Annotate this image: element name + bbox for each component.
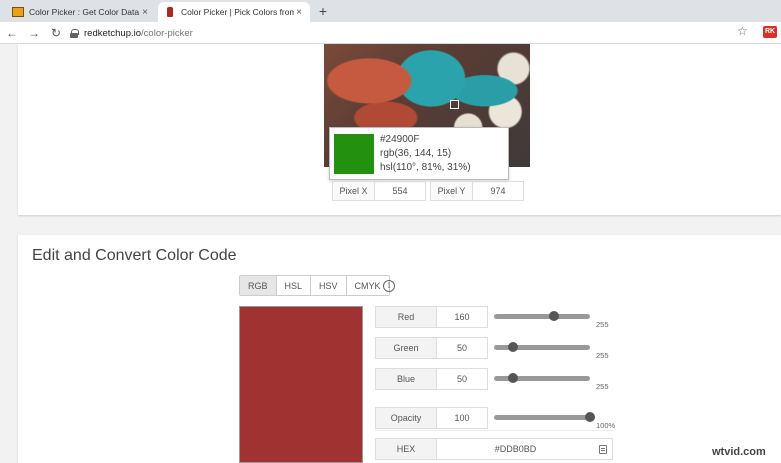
tooltip-hsl: hsl(110°, 81%, 31%)	[380, 162, 471, 173]
opacity-input[interactable]: 100	[437, 408, 487, 428]
reload-button[interactable]: ↻	[48, 24, 64, 42]
tab-hsl[interactable]: HSL	[276, 276, 312, 295]
redketchup-extension-icon[interactable]: RK	[763, 26, 777, 38]
pixel-y-label: Pixel Y	[431, 182, 473, 200]
red-max: 255	[596, 320, 609, 329]
hex-input[interactable]: #DDB0BD	[437, 439, 594, 459]
tab-title: Color Picker : Get Color Data fro	[29, 7, 140, 17]
back-button[interactable]: ←	[4, 24, 20, 42]
pixel-x-field: Pixel X 554	[332, 181, 426, 201]
blue-slider-thumb[interactable]	[507, 373, 518, 383]
opacity-slider[interactable]	[494, 412, 595, 422]
pick-cursor-marker	[450, 100, 459, 109]
ketchup-favicon-icon	[167, 7, 173, 17]
bookmark-star-icon[interactable]: ☆	[737, 24, 748, 38]
blue-slider[interactable]	[494, 373, 590, 383]
info-icon[interactable]: i	[383, 280, 395, 292]
close-icon[interactable]: ×	[294, 7, 304, 18]
pixel-y-field: Pixel Y 974	[430, 181, 524, 201]
watermark: wtvid.com	[712, 446, 766, 458]
pixel-x-value: 554	[392, 186, 408, 196]
opacity-max: 100%	[596, 421, 616, 430]
color-tooltip: #24900F rgb(36, 144, 15) hsl(110°, 81%, …	[329, 127, 509, 180]
blue-input[interactable]: 50	[437, 369, 487, 389]
hex-field: HEX #DDB0BD	[375, 438, 613, 460]
new-tab-button[interactable]: +	[315, 2, 331, 20]
pixel-x-label: Pixel X	[333, 182, 375, 200]
blue-label: Blue	[376, 369, 437, 389]
opacity-field: Opacity 100	[375, 407, 488, 429]
tab-hsv[interactable]: HSV	[311, 276, 347, 295]
green-label: Green	[376, 338, 437, 358]
tab-title: Color Picker | Pick Colors from Im	[181, 7, 294, 17]
tab-bar: Color Picker : Get Color Data fro × Colo…	[0, 0, 781, 22]
copy-icon[interactable]	[594, 439, 612, 459]
green-field: Green 50	[375, 337, 488, 359]
opacity-label: Opacity	[376, 408, 437, 428]
hex-label: HEX	[376, 439, 437, 459]
image-favicon-icon	[12, 7, 24, 17]
url-host: redketchup.io	[84, 27, 142, 39]
red-input[interactable]: 160	[437, 307, 487, 327]
divider	[375, 430, 613, 431]
tab-redketchup-color-picker[interactable]: Color Picker | Pick Colors from Im ×	[158, 2, 310, 22]
color-preview-swatch	[239, 306, 363, 463]
tab-rgb[interactable]: RGB	[240, 276, 277, 295]
green-slider[interactable]	[494, 342, 590, 352]
red-field: Red 160	[375, 306, 488, 328]
red-label: Red	[376, 307, 437, 327]
section-title: Edit and Convert Color Code	[32, 247, 237, 264]
green-max: 255	[596, 351, 609, 360]
url-path: /color-picker	[141, 27, 193, 39]
color-mode-tabs: RGB HSL HSV CMYK	[239, 275, 390, 296]
green-slider-thumb[interactable]	[507, 342, 518, 352]
red-slider[interactable]	[494, 311, 590, 321]
hover-color-swatch	[334, 134, 374, 174]
green-input[interactable]: 50	[437, 338, 487, 358]
tooltip-rgb: rgb(36, 144, 15)	[380, 148, 452, 159]
opacity-slider-thumb[interactable]	[585, 412, 595, 422]
lock-icon	[70, 28, 79, 38]
address-bar[interactable]: redketchup.io /color-picker	[70, 25, 755, 41]
blue-field: Blue 50	[375, 368, 488, 390]
browser-toolbar: ← → ↻ redketchup.io /color-picker ☆ RK	[0, 22, 781, 44]
pixel-y-value: 974	[490, 186, 506, 196]
tooltip-hex: #24900F	[380, 134, 420, 145]
forward-button[interactable]: →	[26, 24, 42, 42]
blue-max: 255	[596, 382, 609, 391]
close-icon[interactable]: ×	[140, 7, 150, 18]
tab-color-picker-get-data[interactable]: Color Picker : Get Color Data fro ×	[6, 2, 156, 22]
